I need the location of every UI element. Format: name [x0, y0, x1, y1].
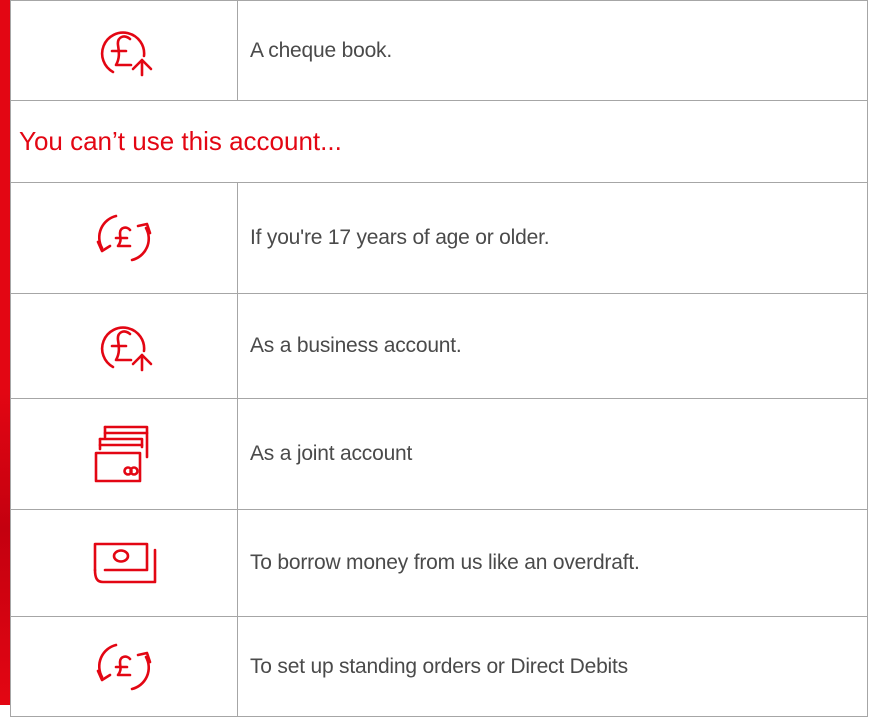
table-row: As a joint account [10, 398, 868, 510]
table-row: To borrow money from us like an overdraf… [10, 509, 868, 617]
row-text: As a joint account [237, 398, 868, 510]
row-text: A cheque book. [237, 0, 868, 101]
icon-cell [10, 0, 238, 101]
features-table: A cheque book. You can’t use this accoun… [10, 0, 868, 717]
section-heading: You can’t use this account... [10, 100, 868, 183]
features-table-container: A cheque book. You can’t use this accoun… [10, 0, 868, 717]
table-row: If you're 17 years of age or older. [10, 182, 868, 294]
icon-cell [10, 293, 238, 399]
pound-exchange-icon [94, 639, 154, 695]
icon-cell [10, 398, 238, 510]
pound-arrow-icon [93, 25, 155, 77]
table-row: A cheque book. [10, 0, 868, 101]
cards-icon [93, 423, 155, 485]
banknote-icon [91, 540, 157, 586]
row-text: As a business account. [237, 293, 868, 399]
section-header-row: You can’t use this account... [10, 100, 868, 183]
side-accent-stripe [0, 0, 10, 705]
table-row: As a business account. [10, 293, 868, 399]
row-text: If you're 17 years of age or older. [237, 182, 868, 294]
table-row: To set up standing orders or Direct Debi… [10, 616, 868, 717]
icon-cell [10, 509, 238, 617]
row-text: To borrow money from us like an overdraf… [237, 509, 868, 617]
pound-arrow-icon [93, 320, 155, 372]
icon-cell [10, 616, 238, 717]
pound-exchange-icon [94, 210, 154, 266]
row-text: To set up standing orders or Direct Debi… [237, 616, 868, 717]
icon-cell [10, 182, 238, 294]
